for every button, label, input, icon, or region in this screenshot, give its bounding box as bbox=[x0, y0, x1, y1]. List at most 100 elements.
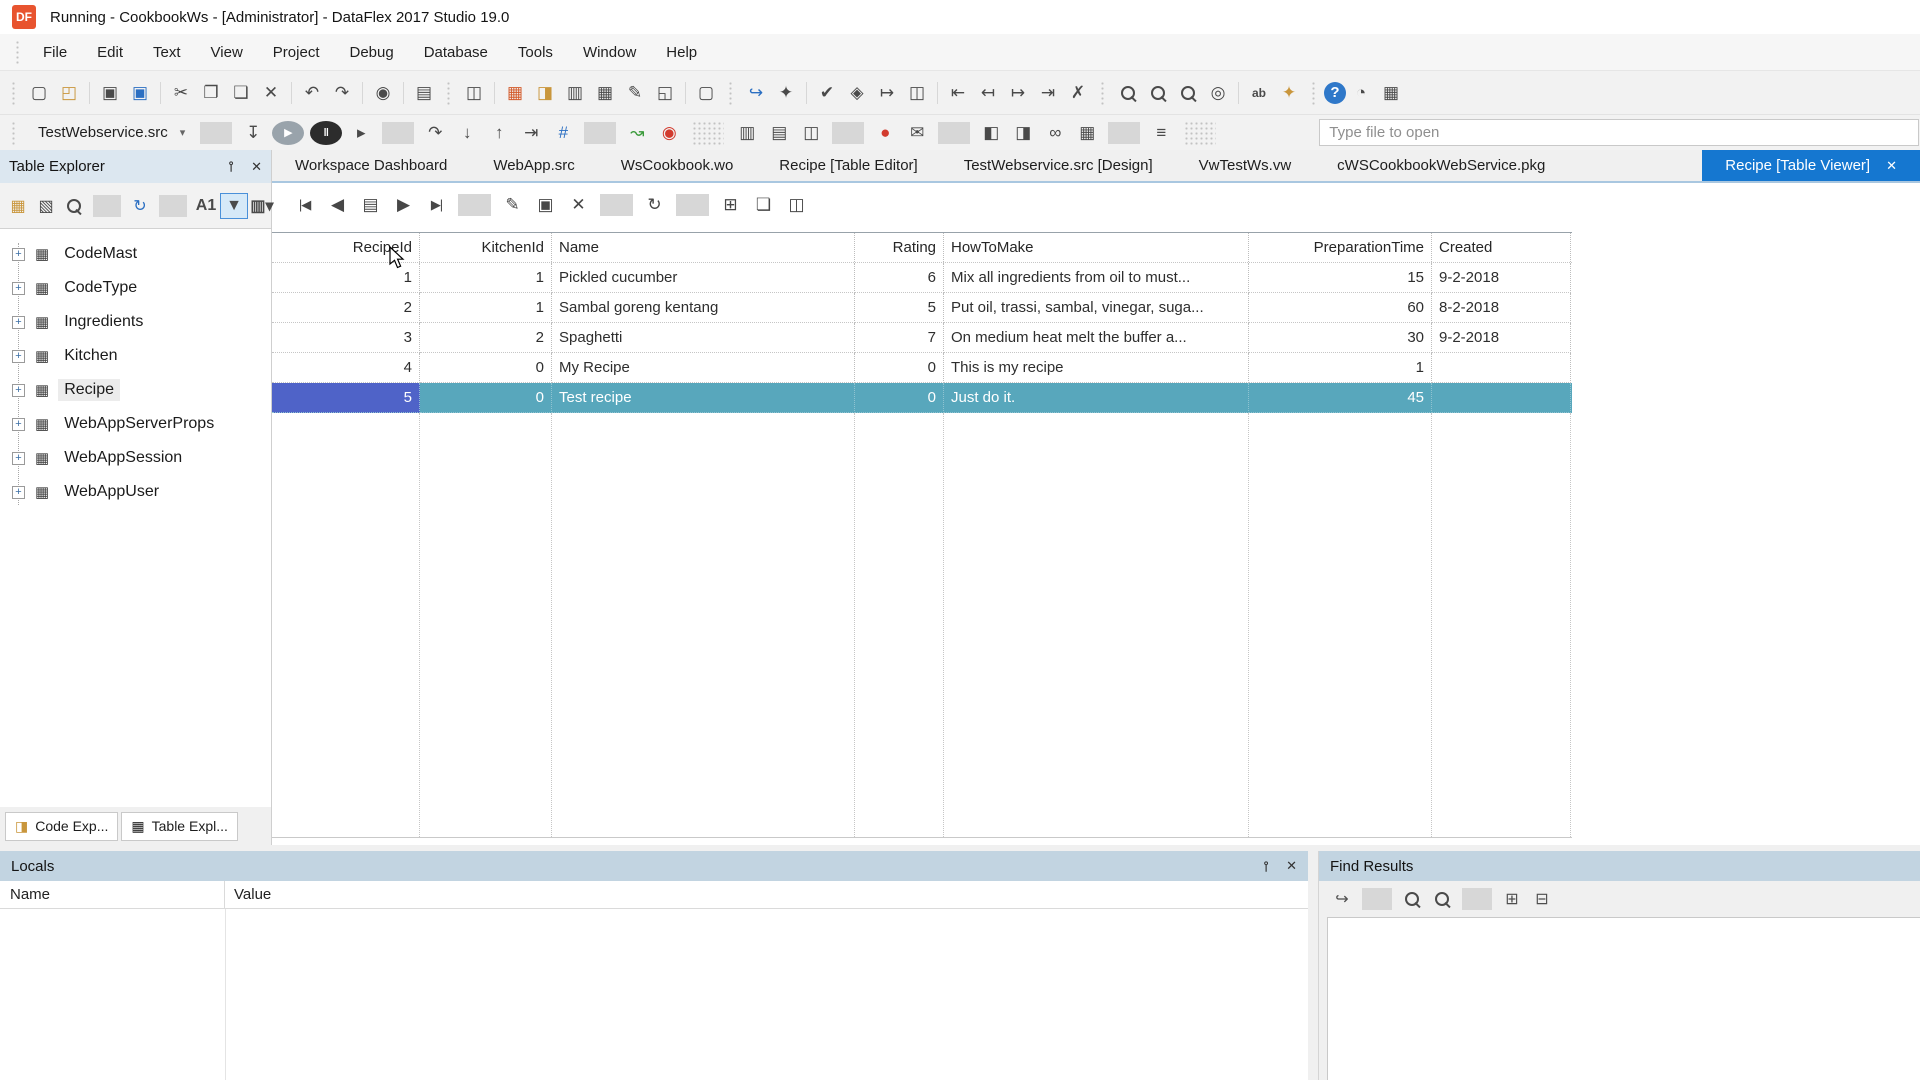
prev-bookmark-icon[interactable]: ↤ bbox=[973, 79, 1003, 107]
project-selector[interactable]: TestWebservice.src ▾ bbox=[24, 119, 195, 147]
locals-name-column[interactable]: Name bbox=[0, 881, 225, 908]
column-header-kitchenid[interactable]: KitchenId bbox=[420, 233, 552, 262]
find-previous-icon[interactable] bbox=[1397, 885, 1427, 913]
cell-rating[interactable]: 6 bbox=[855, 263, 944, 293]
cell-rating[interactable]: 7 bbox=[855, 323, 944, 353]
cell-howtomake[interactable]: This is my recipe bbox=[944, 353, 1249, 383]
explorer-tab[interactable]: ◨ Code Exp... bbox=[5, 812, 118, 841]
table-row[interactable]: 4 0 My Recipe 0 This is my recipe 1 bbox=[272, 353, 1572, 383]
goto-definition-icon[interactable]: ↪ bbox=[741, 79, 771, 107]
cell-kitchenid[interactable]: 2 bbox=[420, 323, 552, 353]
paste-icon[interactable]: ❏ bbox=[226, 79, 256, 107]
properties-panel-icon[interactable]: ◫ bbox=[459, 79, 489, 107]
find-icon[interactable] bbox=[1113, 79, 1143, 107]
cell-name[interactable]: Pickled cucumber bbox=[552, 263, 855, 293]
cell-rating[interactable]: 5 bbox=[855, 293, 944, 323]
todo-list-icon[interactable]: ✔ bbox=[812, 79, 842, 107]
collapse-all-icon[interactable]: ⊟ bbox=[1527, 885, 1557, 913]
cell-created[interactable] bbox=[1432, 353, 1571, 383]
refresh-icon[interactable]: ↻ bbox=[638, 191, 671, 219]
cascade-windows-icon[interactable]: ◱ bbox=[650, 79, 680, 107]
run-window-icon[interactable]: ◫ bbox=[902, 79, 932, 107]
column-header-preparationtime[interactable]: PreparationTime bbox=[1249, 233, 1432, 262]
save-record-icon[interactable]: ▣ bbox=[529, 191, 562, 219]
cell-created[interactable]: 9-2-2018 bbox=[1432, 263, 1571, 293]
last-record-icon[interactable]: ▶| bbox=[420, 191, 453, 219]
database-swap-icon[interactable]: ◫ bbox=[795, 119, 827, 147]
code-key-icon[interactable]: ✦ bbox=[1274, 79, 1304, 107]
table-row[interactable]: 3 2 Spaghetti 7 On medium heat melt the … bbox=[272, 323, 1572, 353]
cell-created[interactable]: 9-2-2018 bbox=[1432, 323, 1571, 353]
cell-recipeid-focused[interactable]: 5 bbox=[272, 383, 420, 413]
delete-icon[interactable]: ✕ bbox=[256, 79, 286, 107]
table-row-selected[interactable]: 5 0 Test recipe 0 Just do it. 45 bbox=[272, 383, 1572, 413]
debug-call-icon[interactable]: ↝ bbox=[621, 119, 653, 147]
cell-name[interactable]: Spaghetti bbox=[552, 323, 855, 353]
output-panel-icon[interactable]: ≡ bbox=[1145, 119, 1177, 147]
column-layout-icon[interactable]: ◫ bbox=[780, 191, 813, 219]
database-tables-icon[interactable]: ▤ bbox=[763, 119, 795, 147]
table-row[interactable]: 1 1 Pickled cucumber 6 Mix all ingredien… bbox=[272, 263, 1572, 293]
cell-recipeid[interactable]: 4 bbox=[272, 353, 420, 383]
tree-item[interactable]: + ▦ WebAppServerProps bbox=[0, 407, 271, 441]
cell-preparationtime[interactable]: 15 bbox=[1249, 263, 1432, 293]
cell-howtomake[interactable]: Mix all ingredients from oil to must... bbox=[944, 263, 1249, 293]
find-prev-icon[interactable] bbox=[1143, 79, 1173, 107]
Tools[interactable]: Tools bbox=[503, 34, 568, 70]
new-file-icon[interactable]: ▢ bbox=[24, 79, 54, 107]
goto-first-bookmark-icon[interactable]: ⇤ bbox=[943, 79, 973, 107]
expand-icon[interactable]: + bbox=[12, 384, 25, 397]
file-open-input[interactable] bbox=[1319, 119, 1919, 146]
cell-name[interactable]: Test recipe bbox=[552, 383, 855, 413]
close-panel-icon[interactable]: ✕ bbox=[1286, 858, 1297, 874]
cell-kitchenid[interactable]: 1 bbox=[420, 263, 552, 293]
new-document-icon[interactable]: ▢ bbox=[691, 79, 721, 107]
cell-kitchenid[interactable]: 0 bbox=[420, 383, 552, 413]
cell-recipeid[interactable]: 3 bbox=[272, 323, 420, 353]
database-builder-icon[interactable]: ▥ bbox=[560, 79, 590, 107]
expand-icon[interactable]: + bbox=[12, 452, 25, 465]
tab-webapp-src[interactable]: WebApp.src bbox=[470, 150, 597, 181]
database-menu-icon[interactable]: ▥▾ bbox=[248, 192, 276, 220]
cell-kitchenid[interactable]: 1 bbox=[420, 293, 552, 323]
pause-icon[interactable]: ‖ bbox=[310, 121, 342, 145]
step-over-icon[interactable]: ↷ bbox=[419, 119, 451, 147]
cell-preparationtime[interactable]: 30 bbox=[1249, 323, 1432, 353]
close-tab-icon[interactable]: ✕ bbox=[1886, 158, 1897, 174]
undo-icon[interactable]: ↶ bbox=[297, 79, 327, 107]
cell-created[interactable] bbox=[1432, 383, 1571, 413]
breakpoints-window-icon[interactable]: ● bbox=[869, 119, 901, 147]
cell-preparationtime[interactable]: 60 bbox=[1249, 293, 1432, 323]
new-table-icon[interactable]: ▦ bbox=[4, 192, 32, 220]
tab-vwtestws-vw[interactable]: VwTestWs.vw bbox=[1176, 150, 1315, 181]
tab-wscookbook-wo[interactable]: WsCookbook.wo bbox=[598, 150, 757, 181]
delete-record-icon[interactable]: ✕ bbox=[562, 191, 595, 219]
help-icon[interactable]: ? bbox=[1324, 82, 1346, 104]
whole-word-icon[interactable]: ab bbox=[1244, 79, 1274, 107]
refresh-tables-icon[interactable]: ↻ bbox=[126, 192, 154, 220]
cell-recipeid[interactable]: 2 bbox=[272, 293, 420, 323]
tab-recipe-table-viewer[interactable]: Recipe [Table Viewer] ✕ bbox=[1702, 150, 1920, 181]
tree-item[interactable]: + ▦ CodeType bbox=[0, 271, 271, 305]
dashboard-icon[interactable]: ▦ bbox=[500, 79, 530, 107]
integration-icon[interactable]: ✦ bbox=[771, 79, 801, 107]
cell-name[interactable]: Sambal goreng kentang bbox=[552, 293, 855, 323]
tree-item[interactable]: + ▦ WebAppUser bbox=[0, 475, 271, 509]
find-in-table-icon[interactable] bbox=[60, 192, 88, 220]
open-file-icon[interactable]: ◰ bbox=[54, 79, 84, 107]
clear-bookmarks-icon[interactable]: ✗ bbox=[1063, 79, 1093, 107]
expand-icon[interactable]: + bbox=[12, 350, 25, 363]
record-macro-icon[interactable]: ◉ bbox=[368, 79, 398, 107]
expand-icon[interactable]: + bbox=[12, 486, 25, 499]
next-bookmark-icon[interactable]: ↦ bbox=[1003, 79, 1033, 107]
watches-icon[interactable]: ∞ bbox=[1039, 119, 1071, 147]
cell-rating[interactable]: 0 bbox=[855, 353, 944, 383]
tree-item[interactable]: + ▦ CodeMast bbox=[0, 237, 271, 271]
table-watch-icon[interactable]: ▦ bbox=[1071, 119, 1103, 147]
filter-tables-icon[interactable]: ▼ bbox=[220, 193, 248, 219]
cell-howtomake[interactable]: Put oil, trassi, sambal, vinegar, suga..… bbox=[944, 293, 1249, 323]
find-in-files-icon[interactable]: ◎ bbox=[1203, 79, 1233, 107]
View[interactable]: View bbox=[196, 34, 258, 70]
checkin-icon[interactable]: ◈ bbox=[842, 79, 872, 107]
close-panel-icon[interactable]: ✕ bbox=[251, 159, 262, 175]
